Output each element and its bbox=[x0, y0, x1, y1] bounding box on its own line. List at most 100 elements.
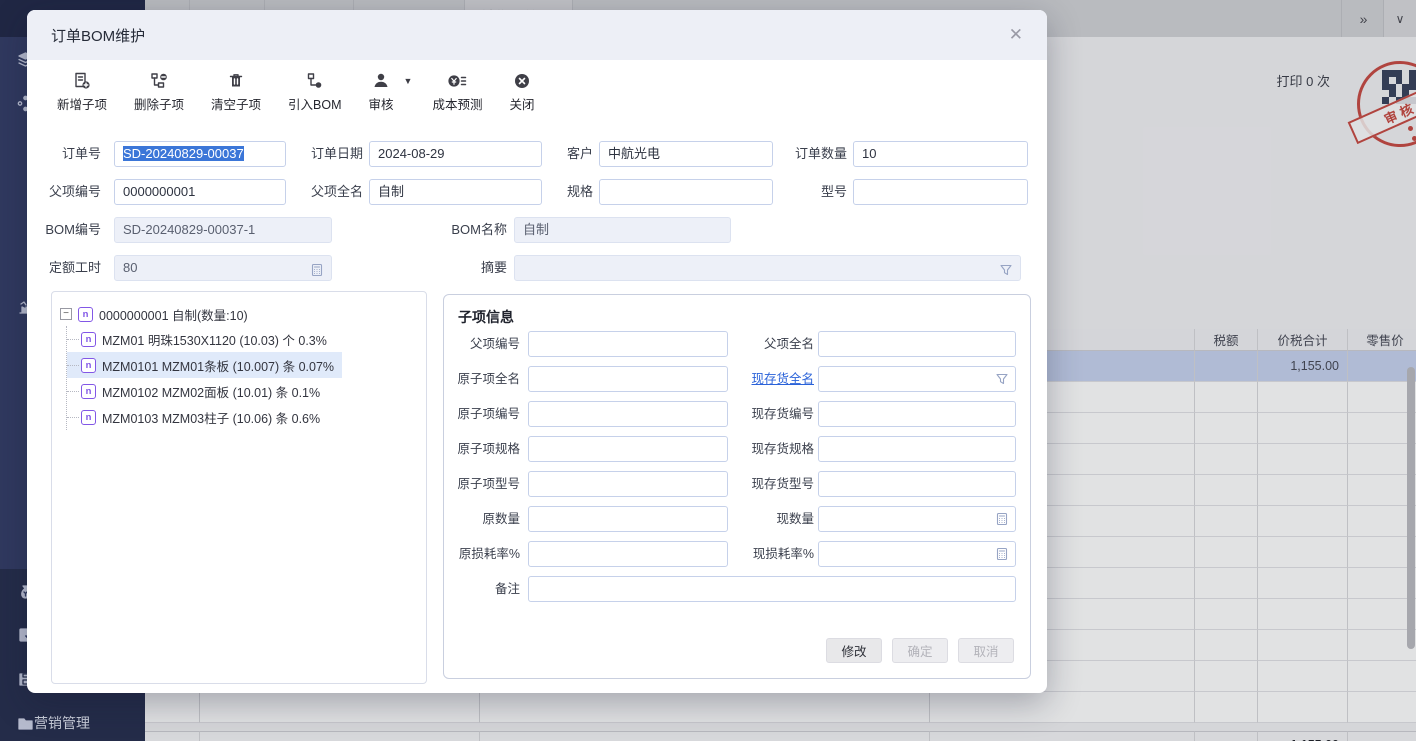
toolbar-icon-wrap bbox=[446, 70, 468, 92]
dialog-title: 订单BOM维护 bbox=[51, 25, 145, 46]
quota-hours-input[interactable]: 80 bbox=[114, 255, 332, 281]
tree-node-icon: n bbox=[78, 307, 93, 322]
toolbar-button-cost-forecast[interactable]: 成本预测 bbox=[432, 70, 482, 113]
bom-name-input[interactable]: 自制 bbox=[514, 217, 731, 243]
bom-name-value: 自制 bbox=[523, 222, 549, 237]
tree-expander-icon[interactable]: − bbox=[60, 308, 72, 320]
order-qty-label: 订单数量 bbox=[765, 141, 847, 167]
bom-tree-item-2[interactable]: nMZM0101 MZM01条板 (10.007) 条 0.07% bbox=[67, 352, 342, 378]
tree-connector bbox=[67, 339, 79, 340]
bom-no-input[interactable]: SD-20240829-00037-1 bbox=[114, 217, 332, 243]
dialog-toolbar: 新增子项删除子项清空子项 引入BOM 审核 ▼ 成本预测 关闭 bbox=[57, 70, 562, 113]
audit-dropdown-caret-icon[interactable]: ▼ bbox=[404, 76, 413, 86]
stock-spec-input[interactable] bbox=[818, 436, 1016, 462]
atom-model-input[interactable] bbox=[528, 471, 728, 497]
toolbar-button-clear-subitems[interactable]: 清空子项 bbox=[211, 70, 261, 113]
parent-item-name-input[interactable]: 自制 bbox=[369, 179, 542, 205]
bom-tree-item-4[interactable]: nMZM0103 MZM03柱子 (10.06) 条 0.6% bbox=[67, 404, 328, 430]
clear-subitems-icon bbox=[226, 71, 246, 91]
order-no-value: SD-20240829-00037 bbox=[123, 146, 244, 161]
toolbar-button-label: 清空子项 bbox=[211, 94, 261, 113]
tree-connector bbox=[67, 391, 79, 392]
tree-node-icon: n bbox=[81, 384, 96, 399]
filter-icon[interactable] bbox=[999, 261, 1014, 276]
order-bom-dialog: 订单BOM维护 ✕ 新增子项删除子项清空子项引入BOM审核▼成本预测关闭 订单号… bbox=[27, 10, 1047, 693]
atom-spec-label: 原子项规格 bbox=[444, 436, 520, 462]
subitem-panel-title: 子项信息 bbox=[458, 307, 514, 327]
curr-loss-rate-label: 现损耗率% bbox=[726, 541, 814, 567]
tree-item-label: MZM01 明珠1530X1120 (10.03) 个 0.3% bbox=[102, 330, 327, 349]
remark-input[interactable] bbox=[528, 576, 1016, 602]
orig-qty-label: 原数量 bbox=[444, 506, 520, 532]
customer-value: 中航光电 bbox=[608, 146, 660, 161]
order-no-input[interactable]: SD-20240829-00037 bbox=[114, 141, 286, 167]
toolbar-button-import-bom[interactable]: 引入BOM bbox=[288, 70, 341, 113]
summary-input[interactable] bbox=[514, 255, 1021, 281]
curr-qty-label: 现数量 bbox=[726, 506, 814, 532]
toolbar-button-label: 成本预测 bbox=[432, 94, 482, 113]
spec-input[interactable] bbox=[599, 179, 773, 205]
parent-no-input[interactable] bbox=[528, 331, 728, 357]
quota-hours-label: 定额工时 bbox=[35, 255, 101, 281]
stock-model-input[interactable] bbox=[818, 471, 1016, 497]
stock-spec-label: 现存货规格 bbox=[726, 436, 814, 462]
toolbar-button-delete-subitem[interactable]: 删除子项 bbox=[134, 70, 184, 113]
stock-name-input[interactable] bbox=[818, 366, 1016, 392]
model-label: 型号 bbox=[765, 179, 847, 205]
tree-item-label: MZM0102 MZM02面板 (10.01) 条 0.1% bbox=[102, 382, 320, 401]
filter-icon[interactable] bbox=[995, 372, 1010, 387]
atom-name-input[interactable] bbox=[528, 366, 728, 392]
model-input[interactable] bbox=[853, 179, 1028, 205]
atom-no-input[interactable] bbox=[528, 401, 728, 427]
dialog-close-icon[interactable]: ✕ bbox=[1009, 25, 1023, 45]
toolbar-icon-wrap bbox=[371, 70, 391, 92]
customer-label: 客户 bbox=[535, 141, 593, 167]
toolbar-icon-wrap bbox=[226, 70, 246, 92]
modify-button[interactable]: 修改 bbox=[826, 638, 882, 663]
toolbar-button-audit[interactable]: 审核 bbox=[369, 70, 394, 113]
stock-no-label: 现存货编号 bbox=[726, 401, 814, 427]
order-date-input[interactable]: 2024-08-29 bbox=[369, 141, 542, 167]
calculator-icon[interactable] bbox=[310, 261, 325, 276]
order-date-label: 订单日期 bbox=[289, 141, 363, 167]
bom-tree-root[interactable]: − n 0000000001 自制(数量:10) bbox=[60, 302, 418, 326]
toolbar-icon-wrap bbox=[305, 70, 325, 92]
toolbar-button-close[interactable]: 关闭 bbox=[509, 70, 534, 113]
tree-connector bbox=[67, 365, 79, 366]
bom-tree-item-3[interactable]: n MZM0102 MZM02面板 (10.01) 条 0.1% bbox=[67, 378, 328, 404]
tree-item-label: MZM0103 MZM03柱子 (10.06) 条 0.6% bbox=[102, 408, 320, 427]
toolbar-button-label: 审核 bbox=[369, 94, 394, 113]
toolbar-button-add-subitem[interactable]: 新增子项 bbox=[57, 70, 107, 113]
stock-model-label: 现存货型号 bbox=[726, 471, 814, 497]
stock-no-input[interactable] bbox=[818, 401, 1016, 427]
order-qty-value: 10 bbox=[862, 146, 876, 161]
dialog-header: 订单BOM维护 ✕ bbox=[27, 10, 1047, 60]
parent-item-no-label: 父项编号 bbox=[35, 179, 101, 205]
stock-name-label[interactable]: 现存货全名 bbox=[726, 366, 814, 392]
orig-loss-rate-input[interactable] bbox=[528, 541, 728, 567]
toolbar-icon-wrap bbox=[72, 70, 92, 92]
audit-icon bbox=[371, 71, 391, 91]
cost-forecast-icon bbox=[446, 71, 468, 91]
calculator-icon[interactable] bbox=[995, 512, 1010, 527]
order-qty-input[interactable]: 10 bbox=[853, 141, 1028, 167]
customer-input[interactable]: 中航光电 bbox=[599, 141, 773, 167]
parent-item-no-input[interactable]: 0000000001 bbox=[114, 179, 286, 205]
curr-qty-input[interactable] bbox=[818, 506, 1016, 532]
atom-spec-input[interactable] bbox=[528, 436, 728, 462]
curr-loss-rate-input[interactable] bbox=[818, 541, 1016, 567]
subitem-info-panel: 子项信息 父项编号父项全名原子项全名现存货全名原子项编号现存货编号原子项规格现存… bbox=[443, 294, 1031, 679]
import-bom-icon bbox=[305, 71, 325, 91]
bom-tree-item-1[interactable]: nMZM01 明珠1530X1120 (10.03) 个 0.3% bbox=[67, 326, 335, 352]
bom-no-label: BOM编号 bbox=[35, 217, 101, 243]
tree-item-label: MZM0101 MZM01条板 (10.007) 条 0.07% bbox=[102, 356, 334, 375]
toolbar-button-label: 引入BOM bbox=[288, 94, 341, 113]
parent-name-input[interactable] bbox=[818, 331, 1016, 357]
calculator-icon[interactable] bbox=[995, 547, 1010, 562]
orig-qty-input[interactable] bbox=[528, 506, 728, 532]
toolbar-icon-wrap bbox=[512, 70, 532, 92]
parent-no-label: 父项编号 bbox=[444, 331, 520, 357]
order-date-value: 2024-08-29 bbox=[378, 146, 445, 161]
spec-label: 规格 bbox=[535, 179, 593, 205]
bom-no-value: SD-20240829-00037-1 bbox=[123, 222, 255, 237]
